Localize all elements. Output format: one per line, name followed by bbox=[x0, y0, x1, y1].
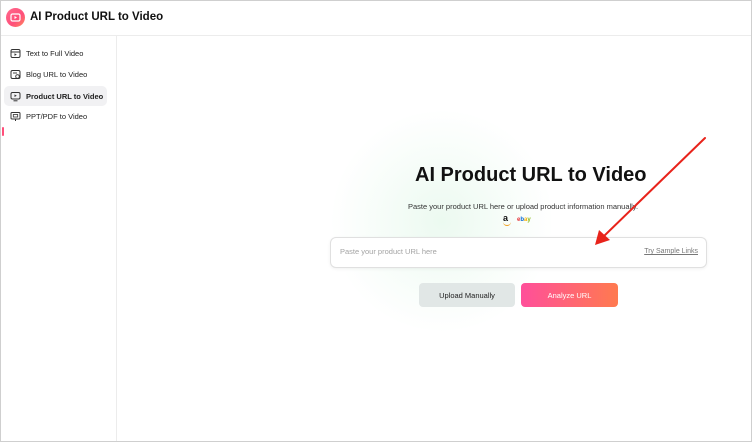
app-header: AI Product URL to Video bbox=[1, 1, 751, 36]
app-logo bbox=[6, 8, 25, 27]
sidebar-item-label: PPT/PDF to Video bbox=[26, 111, 88, 121]
video-frame-icon bbox=[10, 13, 21, 22]
product-url-input[interactable] bbox=[338, 246, 622, 257]
active-indicator bbox=[2, 127, 4, 136]
sidebar-item-ppt-pdf-to-video[interactable]: PPT/PDF to Video bbox=[4, 106, 107, 126]
presentation-icon bbox=[9, 110, 21, 122]
sidebar-item-label: Blog URL to Video bbox=[26, 69, 88, 79]
sidebar-item-blog-url-to-video[interactable]: Blog URL to Video bbox=[4, 64, 107, 84]
app-title: AI Product URL to Video bbox=[30, 11, 164, 23]
page-title: AI Product URL to Video bbox=[415, 164, 647, 186]
product-video-icon bbox=[9, 90, 21, 102]
try-sample-links-link[interactable]: Try Sample Links bbox=[644, 248, 698, 255]
sidebar: Text to Full Video Blog URL to Video Pro… bbox=[1, 36, 117, 441]
amazon-logo: a bbox=[503, 214, 512, 226]
sidebar-item-label: Text to Full Video bbox=[26, 48, 84, 58]
blog-link-icon bbox=[9, 68, 21, 80]
analyze-url-button[interactable]: Analyze URL bbox=[521, 283, 618, 307]
sidebar-item-product-url-to-video[interactable]: Product URL to Video bbox=[4, 86, 107, 106]
ebay-logo: ebay bbox=[517, 217, 531, 223]
text-video-icon bbox=[9, 47, 21, 59]
sidebar-item-text-to-full-video[interactable]: Text to Full Video bbox=[4, 43, 107, 63]
supported-platforms: a ebay bbox=[503, 214, 531, 226]
page-subtitle: Paste your product URL here or upload pr… bbox=[408, 202, 639, 211]
url-input-container: Try Sample Links bbox=[330, 237, 707, 268]
sidebar-item-label: Product URL to Video bbox=[26, 91, 104, 101]
upload-manually-button[interactable]: Upload Manually bbox=[419, 283, 515, 307]
